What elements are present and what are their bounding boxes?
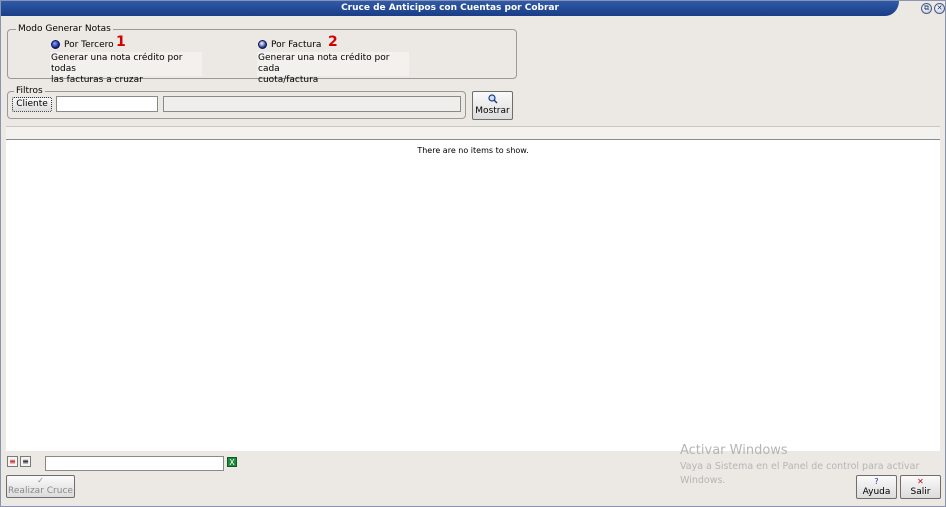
activate-windows-line2: Windows. — [680, 475, 726, 486]
expand-icon[interactable]: ≡ — [7, 456, 18, 467]
por-factura-label[interactable]: Por Factura — [271, 40, 321, 50]
activate-windows-line1: Vaya a Sistema en el Panel de control pa… — [680, 461, 920, 472]
ayuda-label: Ayuda — [862, 487, 891, 497]
ayuda-button[interactable]: ? Ayuda — [856, 475, 897, 499]
mostrar-label: Mostrar — [475, 106, 510, 116]
realizar-cruce-label: Realizar Cruce — [8, 486, 73, 496]
salir-label: Salir — [910, 487, 931, 497]
exit-icon: ✕ — [917, 477, 924, 486]
results-grid[interactable]: There are no items to show. — [6, 139, 940, 451]
collapse-icon[interactable]: ≡ — [20, 456, 31, 467]
cliente-code-input[interactable] — [56, 96, 158, 112]
check-icon: ✓ — [37, 476, 44, 485]
empty-message: There are no items to show. — [417, 146, 529, 155]
annotation-2: 2 — [328, 34, 338, 50]
filtros-legend: Filtros — [14, 86, 45, 96]
excel-icon[interactable]: X — [227, 457, 237, 467]
search-icon — [487, 94, 498, 104]
cliente-button[interactable]: Cliente — [12, 97, 52, 112]
grid-search-input[interactable] — [45, 456, 224, 471]
por-factura-radio[interactable] — [258, 40, 267, 49]
por-factura-description: Generar una nota crédito por cada cuota/… — [257, 52, 409, 85]
realizar-cruce-button[interactable]: ✓ Realizar Cruce — [6, 475, 75, 498]
por-tercero-description: Generar una nota crédito por todas las f… — [50, 52, 202, 85]
cliente-name-field — [163, 96, 461, 112]
restore-icon[interactable]: ⧉ — [921, 3, 932, 14]
title-bar: Cruce de Anticipos con Cuentas por Cobra… — [1, 1, 946, 16]
grid-header — [6, 126, 940, 139]
window-title: Cruce de Anticipos con Cuentas por Cobra… — [341, 3, 559, 13]
help-icon: ? — [874, 477, 879, 486]
close-icon[interactable]: ✕ — [934, 3, 945, 14]
app-window: Cruce de Anticipos con Cuentas por Cobra… — [0, 0, 946, 507]
por-tercero-label[interactable]: Por Tercero — [64, 40, 114, 50]
annotation-1: 1 — [116, 34, 126, 50]
activate-windows-title: Activar Windows — [680, 443, 788, 458]
salir-button[interactable]: ✕ Salir — [900, 475, 941, 499]
modo-legend: Modo Generar Notas — [16, 24, 113, 34]
por-tercero-radio[interactable] — [51, 40, 60, 49]
mostrar-button[interactable]: Mostrar — [472, 91, 513, 120]
